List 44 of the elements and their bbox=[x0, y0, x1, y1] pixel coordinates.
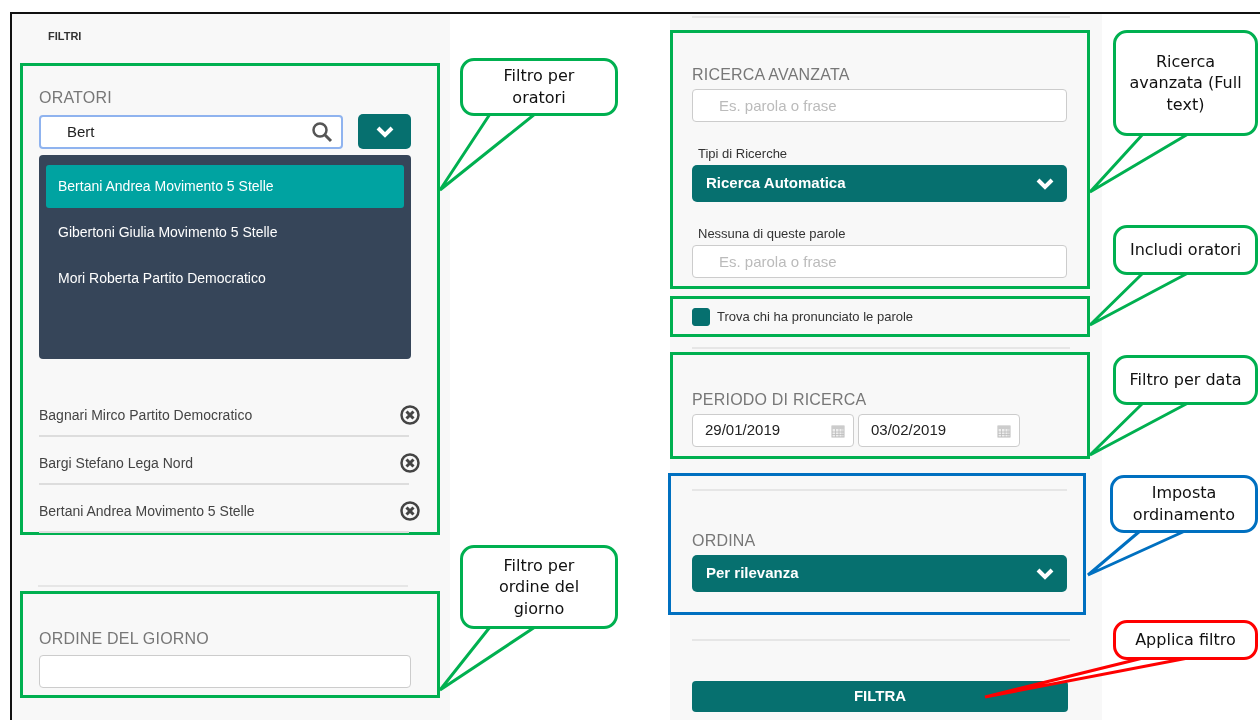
remove-icon[interactable] bbox=[399, 500, 421, 522]
chevron-down-icon bbox=[1035, 566, 1055, 581]
date-field[interactable]: 03/02/2019 bbox=[858, 414, 1020, 447]
select-value: Ricerca Automatica bbox=[706, 173, 846, 194]
field-label: Tipi di Ricerche bbox=[698, 145, 788, 163]
remove-icon[interactable] bbox=[399, 404, 421, 426]
date-value: 03/02/2019 bbox=[871, 420, 947, 441]
callout-bubble: Applica filtro bbox=[1113, 620, 1258, 660]
callout-bubble: Includi oratori bbox=[1113, 225, 1258, 275]
callout-bubble: Filtro per oratori bbox=[460, 58, 618, 116]
search-field[interactable]: Bert bbox=[39, 114, 343, 149]
calendar-icon bbox=[997, 423, 1011, 438]
select-field[interactable]: Per rilevanza bbox=[692, 555, 1067, 592]
search-icon bbox=[311, 120, 333, 143]
text-field[interactable] bbox=[39, 655, 411, 688]
speaker-name: Bargi Stefano Lega Nord bbox=[39, 453, 194, 473]
section-label: PERIODO DI RICERCA bbox=[692, 390, 867, 410]
section-label: RICERCA AVANZATA bbox=[692, 65, 850, 85]
section-label: ORATORI bbox=[39, 88, 112, 108]
suggestion-item[interactable]: Mori Roberta Partito Democratico bbox=[46, 257, 404, 300]
speaker-name: Bertani Andrea Movimento 5 Stelle bbox=[39, 501, 255, 521]
select-value: Per rilevanza bbox=[706, 563, 799, 584]
checkbox-label: Trova chi ha pronunciato le parole bbox=[717, 307, 914, 326]
checkbox[interactable] bbox=[692, 307, 710, 326]
section-title: FILTRI bbox=[48, 29, 82, 44]
select-field[interactable]: Ricerca Automatica bbox=[692, 165, 1067, 202]
date-field[interactable]: 29/01/2019 bbox=[692, 414, 854, 447]
remove-icon[interactable] bbox=[399, 452, 421, 474]
callout-bubble: Filtro per data bbox=[1113, 355, 1258, 405]
search-field[interactable]: Es. parola o frase bbox=[692, 89, 1067, 122]
section-label: ORDINE DEL GIORNO bbox=[39, 629, 209, 649]
filter-button[interactable]: FILTRA bbox=[692, 681, 1068, 712]
speaker-name: Bagnari Mirco Partito Democratico bbox=[39, 405, 253, 425]
callout-bubble: Imposta ordinamento bbox=[1110, 475, 1258, 533]
chevron-down-icon bbox=[1035, 176, 1055, 191]
date-value: 29/01/2019 bbox=[705, 420, 781, 441]
section-label: ORDINA bbox=[692, 531, 756, 551]
calendar-icon bbox=[831, 423, 845, 438]
field-label: Nessuna di queste parole bbox=[698, 225, 846, 243]
dropdown-button[interactable] bbox=[358, 114, 411, 149]
chevron-down-icon bbox=[374, 124, 395, 139]
suggestion-item[interactable]: Gibertoni Giulia Movimento 5 Stelle bbox=[46, 211, 404, 254]
text-field[interactable]: Es. parola o frase bbox=[692, 245, 1067, 278]
callout-bubble: Filtro per ordine del giorno bbox=[460, 545, 618, 629]
